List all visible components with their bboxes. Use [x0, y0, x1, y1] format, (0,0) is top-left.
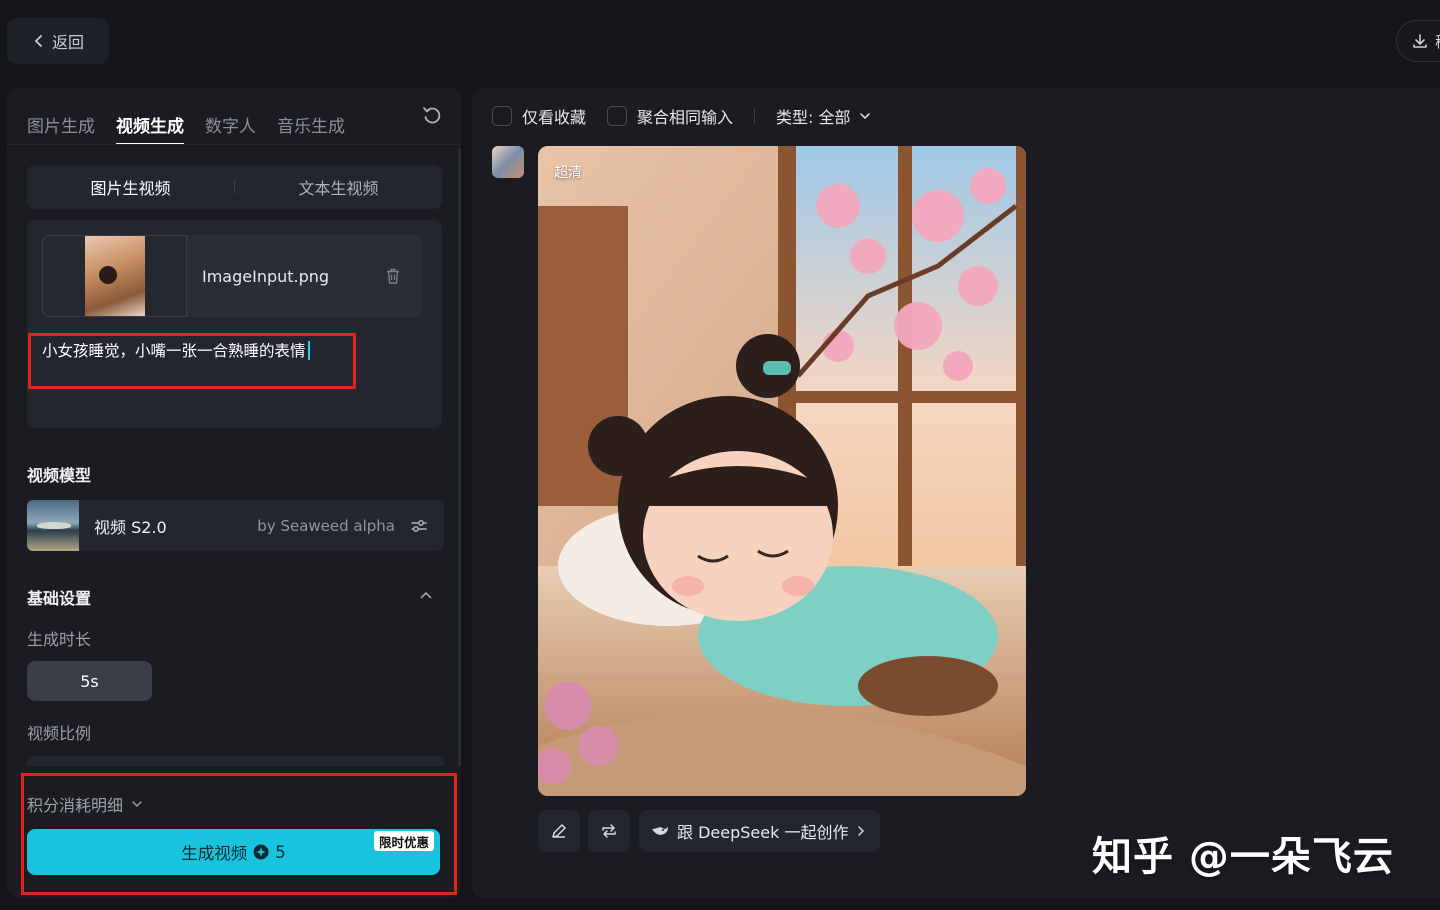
- generation-tabs: 图片生成 视频生成 数字人 音乐生成: [27, 104, 345, 145]
- model-provider: by Seaweed alpha: [257, 516, 395, 535]
- mode-switch: 图片生视频 文本生视频: [27, 165, 442, 209]
- favorites-only-filter[interactable]: 仅看收藏: [492, 104, 586, 128]
- tab-music-generation[interactable]: 音乐生成: [277, 104, 345, 144]
- favorites-label: 仅看收藏: [522, 108, 587, 127]
- basic-settings-title: 基础设置: [27, 589, 92, 608]
- reset-icon[interactable]: [421, 105, 443, 127]
- results-panel: 仅看收藏 聚合相同输入 类型: 全部 超清 跟 DeepSeek 一起创作: [472, 88, 1440, 898]
- deepseek-icon: [652, 827, 668, 835]
- filter-bar: 仅看收藏 聚合相同输入 类型: 全部: [492, 104, 871, 128]
- chevron-left-icon: [34, 35, 42, 47]
- generate-highlight-box: [21, 773, 457, 895]
- tab-image-generation[interactable]: 图片生成: [27, 104, 95, 144]
- deepseek-create-button[interactable]: 跟 DeepSeek 一起创作: [639, 810, 881, 852]
- group-same-input-filter[interactable]: 聚合相同输入: [607, 104, 733, 128]
- tab-divider: [7, 144, 461, 145]
- quality-badge: 超清: [554, 165, 582, 181]
- tab-video-generation[interactable]: 视频生成: [116, 104, 184, 145]
- deepseek-label: 跟 DeepSeek 一起创作: [677, 823, 849, 842]
- repeat-icon: [602, 824, 616, 838]
- favorites-checkbox[interactable]: [492, 106, 512, 126]
- video-preview-image: [538, 146, 1026, 796]
- mode-image-to-video[interactable]: 图片生视频: [27, 175, 234, 199]
- chevron-right-icon: [858, 826, 865, 836]
- generated-video-card[interactable]: 超清: [538, 146, 1026, 796]
- file-name: ImageInput.png: [202, 266, 330, 286]
- back-button[interactable]: 返回: [7, 18, 109, 64]
- aspect-ratio-label: 视频比例: [27, 724, 92, 743]
- group-label: 聚合相同输入: [637, 108, 734, 127]
- uploaded-file-card[interactable]: ImageInput.png: [42, 235, 422, 317]
- thumbnail-image: [84, 236, 145, 316]
- regenerate-button[interactable]: [588, 810, 630, 852]
- model-selector[interactable]: 视频 S2.0 by Seaweed alpha: [27, 500, 444, 551]
- type-label: 类型: 全部: [776, 108, 851, 127]
- mode-text-to-video[interactable]: 文本生视频: [235, 175, 442, 199]
- panel-scrollbar[interactable]: [458, 148, 461, 778]
- input-image-avatar[interactable]: [492, 146, 524, 178]
- back-label: 返回: [51, 33, 84, 52]
- file-thumbnail: [42, 235, 187, 317]
- tab-digital-human[interactable]: 数字人: [205, 104, 256, 144]
- duration-label: 生成时长: [27, 630, 92, 649]
- trash-icon[interactable]: [384, 267, 402, 285]
- download-icon: [1413, 34, 1427, 48]
- sliders-icon[interactable]: [409, 516, 429, 536]
- download-label: 稻: [1435, 31, 1440, 52]
- prompt-highlight-box: [28, 333, 356, 389]
- pencil-icon: [552, 824, 566, 838]
- chevron-down-icon: [859, 113, 870, 120]
- generation-panel: 图片生成 视频生成 数字人 音乐生成 图片生视频 文本生视频 ImageInpu…: [7, 88, 461, 898]
- edit-button[interactable]: [538, 810, 580, 852]
- video-model-title: 视频模型: [27, 466, 92, 485]
- watermark: 知乎 @一朵飞云: [1092, 834, 1394, 880]
- model-name: 视频 S2.0: [94, 517, 167, 537]
- download-button[interactable]: 稻: [1396, 20, 1440, 62]
- input-box: ImageInput.png 小女孩睡觉，小嘴一张一合熟睡的表情: [27, 220, 442, 428]
- group-checkbox[interactable]: [607, 106, 628, 126]
- chevron-up-icon[interactable]: [419, 588, 433, 602]
- filter-divider: [754, 108, 756, 124]
- duration-option-5s[interactable]: 5s: [27, 661, 152, 701]
- type-dropdown[interactable]: 类型: 全部: [776, 104, 870, 128]
- model-thumbnail: [27, 500, 79, 551]
